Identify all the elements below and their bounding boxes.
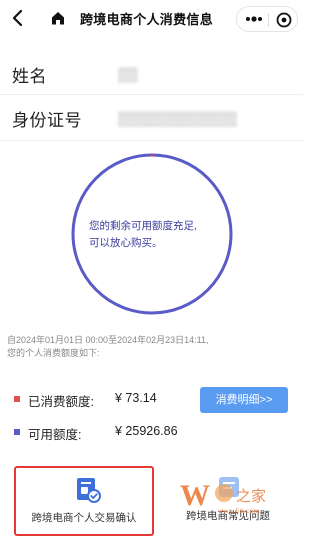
home-button[interactable] <box>50 10 66 26</box>
quota-message: 您的剩余可用额度充足, 可以放心购买。 <box>89 218 219 252</box>
transaction-confirm-label: 跨境电商个人交易确认 <box>31 512 137 524</box>
page-title: 跨境电商个人消费信息 <box>80 12 214 27</box>
capsule-divider <box>268 13 269 27</box>
transaction-confirm-tile[interactable]: 跨境电商个人交易确认 <box>14 466 154 536</box>
consumed-legend-dot <box>14 396 20 402</box>
home-icon <box>52 12 64 25</box>
available-legend-dot <box>14 429 20 435</box>
close-button[interactable] <box>275 11 293 29</box>
period-line2: 您的个人消费额度如下: <box>7 348 100 358</box>
available-label: 可用额度: <box>28 428 82 442</box>
faq-label: 跨境电商常见问题 <box>186 510 270 522</box>
quota-message-line2: 可以放心购买。 <box>89 237 163 249</box>
nav-bar: 跨境电商个人消费信息 <box>0 0 303 38</box>
more-dots-icon <box>246 16 262 22</box>
consumed-value: ¥ 73.14 <box>115 391 157 405</box>
id-number-label: 身份证号 <box>12 111 82 130</box>
divider <box>0 94 303 95</box>
quota-message-line1: 您的剩余可用额度充足, <box>89 220 197 232</box>
target-close-icon <box>276 12 292 28</box>
period-description: 自2024年01月01日 00:00至2024年02月23日14:11, 您的个… <box>7 334 297 360</box>
back-button[interactable] <box>8 8 28 28</box>
consumption-detail-button[interactable]: 消费明细>> <box>200 387 288 413</box>
available-value: ¥ 25926.86 <box>115 424 178 438</box>
mini-program-capsule <box>236 6 298 32</box>
faq-tile[interactable]: 跨境电商常见问题 <box>158 466 298 536</box>
faq-icon <box>216 474 244 502</box>
divider <box>0 140 303 141</box>
period-line1: 自2024年01月01日 00:00至2024年02月23日14:11, <box>7 335 209 345</box>
name-label: 姓名 <box>12 67 47 86</box>
id-card-check-icon <box>74 476 102 504</box>
consumed-label: 已消费额度: <box>28 395 94 409</box>
more-button[interactable] <box>243 9 265 29</box>
id-number-value: ▒▒▒▒▒▒▒▒▒▒▒▒ <box>118 110 238 126</box>
chevron-left-icon <box>12 9 23 27</box>
name-value: ▒▒ <box>118 66 138 82</box>
